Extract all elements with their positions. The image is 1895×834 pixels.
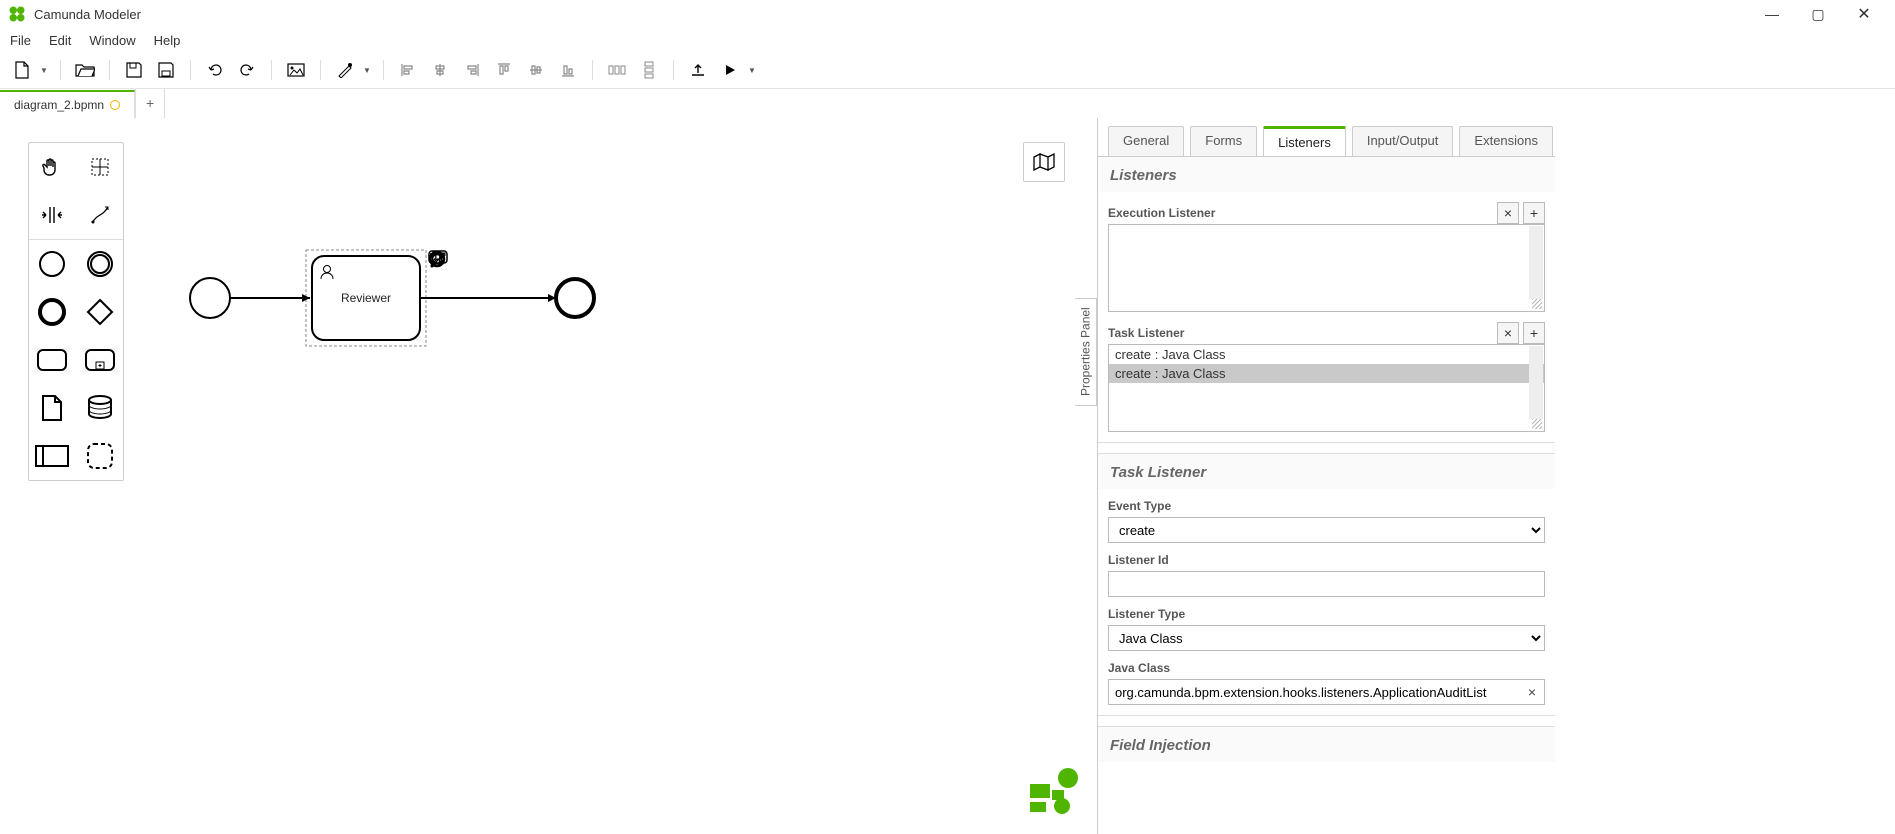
- task-listener-item[interactable]: create : Java Class: [1109, 364, 1544, 383]
- event-type-label: Event Type: [1108, 499, 1545, 513]
- save-as-button[interactable]: [152, 57, 180, 83]
- color-button[interactable]: [331, 57, 359, 83]
- redo-button[interactable]: [233, 57, 261, 83]
- tab-input-output[interactable]: Input/Output: [1352, 126, 1454, 156]
- window-maximize-button[interactable]: ▢: [1795, 0, 1841, 28]
- task-listener-list[interactable]: create : Java Classcreate : Java Class: [1108, 344, 1545, 432]
- menu-help[interactable]: Help: [154, 33, 181, 48]
- field-injection-header: Field Injection: [1098, 726, 1555, 762]
- execution-listener-label: Execution Listener: [1108, 206, 1493, 220]
- properties-panel-toggle[interactable]: Properties Panel: [1075, 298, 1097, 406]
- unsaved-indicator-icon: [110, 100, 120, 110]
- context-pad: [428, 250, 504, 352]
- execution-listener-list[interactable]: [1108, 224, 1545, 312]
- end-event[interactable]: [556, 279, 594, 317]
- tab-listeners[interactable]: Listeners: [1263, 126, 1346, 156]
- align-bottom-button[interactable]: [554, 57, 582, 83]
- run-button[interactable]: [716, 57, 744, 83]
- start-event[interactable]: [190, 278, 230, 318]
- task-listener-item[interactable]: create : Java Class: [1109, 345, 1544, 364]
- menu-bar: File Edit Window Help: [0, 28, 1895, 52]
- java-class-label: Java Class: [1108, 661, 1545, 675]
- tab-forms[interactable]: Forms: [1190, 126, 1257, 156]
- java-class-input[interactable]: [1108, 679, 1545, 705]
- append-task-icon[interactable]: [480, 250, 504, 274]
- task-listener-add-button[interactable]: +: [1523, 322, 1545, 344]
- properties-panel: General Forms Listeners Input/Output Ext…: [1097, 118, 1895, 834]
- save-button[interactable]: [120, 57, 148, 83]
- properties-tabs: General Forms Listeners Input/Output Ext…: [1098, 118, 1555, 156]
- event-type-select[interactable]: create: [1108, 517, 1545, 543]
- distribute-h-button[interactable]: [603, 57, 631, 83]
- image-button[interactable]: [282, 57, 310, 83]
- app-title: Camunda Modeler: [34, 7, 141, 22]
- execution-listener-remove-button[interactable]: ×: [1497, 202, 1519, 224]
- toolbar: ▼ ▼ ▼: [0, 52, 1895, 88]
- distribute-v-button[interactable]: [635, 57, 663, 83]
- title-bar: Camunda Modeler — ▢ ✕: [0, 0, 1895, 28]
- run-dropdown-icon[interactable]: ▼: [748, 66, 756, 75]
- connect-icon[interactable]: [428, 328, 452, 352]
- wrench-icon[interactable]: [428, 302, 452, 326]
- undo-button[interactable]: [201, 57, 229, 83]
- window-minimize-button[interactable]: —: [1749, 0, 1795, 28]
- tab-extensions[interactable]: Extensions: [1459, 126, 1553, 156]
- listener-type-select[interactable]: Java Class: [1108, 625, 1545, 651]
- camunda-logo-icon: [1028, 766, 1080, 814]
- color-dropdown-icon[interactable]: ▼: [363, 66, 371, 75]
- annotation-icon[interactable]: [454, 276, 478, 300]
- task-listener-detail-header: Task Listener: [1098, 453, 1555, 489]
- window-close-button[interactable]: ✕: [1841, 0, 1887, 28]
- app-logo-icon: [8, 5, 26, 23]
- align-right-button[interactable]: [458, 57, 486, 83]
- align-top-button[interactable]: [490, 57, 518, 83]
- listeners-section-header: Listeners: [1098, 157, 1555, 192]
- file-tab-bar: diagram_2.bpmn +: [0, 88, 1895, 118]
- java-class-clear-button[interactable]: ×: [1523, 683, 1541, 701]
- menu-window[interactable]: Window: [89, 33, 135, 48]
- open-file-button[interactable]: [71, 57, 99, 83]
- align-left-button[interactable]: [394, 57, 422, 83]
- listener-id-input[interactable]: [1108, 571, 1545, 597]
- trash-icon[interactable]: [454, 302, 478, 326]
- menu-edit[interactable]: Edit: [49, 33, 71, 48]
- deploy-button[interactable]: [684, 57, 712, 83]
- align-middle-button[interactable]: [522, 57, 550, 83]
- append-gateway-icon[interactable]: [454, 250, 478, 274]
- tab-general[interactable]: General: [1108, 126, 1184, 156]
- task-listener-label: Task Listener: [1108, 326, 1493, 340]
- align-center-button[interactable]: [426, 57, 454, 83]
- listener-id-label: Listener Id: [1108, 553, 1545, 567]
- task-label: Reviewer: [312, 291, 420, 305]
- file-tab[interactable]: diagram_2.bpmn: [0, 90, 135, 118]
- listener-type-label: Listener Type: [1108, 607, 1545, 621]
- new-file-dropdown-icon[interactable]: ▼: [40, 66, 48, 75]
- editor-area: Reviewer Properties Panel General Forms: [0, 118, 1895, 834]
- task-listener-remove-button[interactable]: ×: [1497, 322, 1519, 344]
- execution-listener-add-button[interactable]: +: [1523, 202, 1545, 224]
- new-tab-button[interactable]: +: [135, 89, 165, 119]
- new-file-button[interactable]: [8, 57, 36, 83]
- file-tab-label: diagram_2.bpmn: [14, 98, 104, 112]
- append-intermediate-event-icon[interactable]: [428, 276, 452, 300]
- menu-file[interactable]: File: [10, 33, 31, 48]
